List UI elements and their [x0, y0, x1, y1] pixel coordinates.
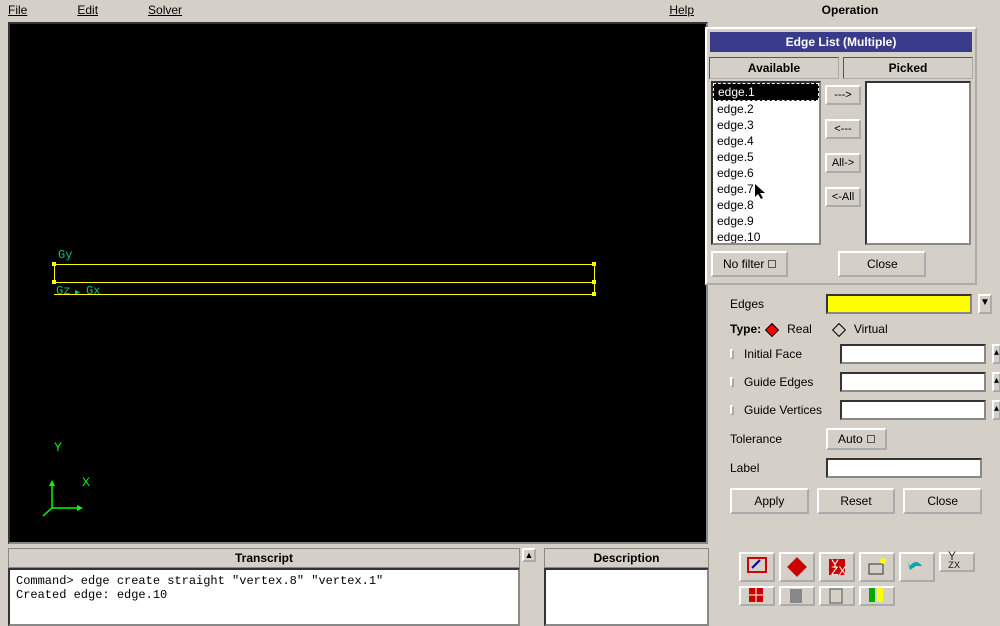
dialog-title: Edge List (Multiple) — [710, 32, 972, 52]
guide-edges-input[interactable] — [840, 372, 986, 392]
vertex-dot — [592, 292, 596, 296]
reset-button[interactable]: Reset — [817, 488, 896, 514]
tool-palette: YZX Yzx — [735, 548, 990, 610]
tool-check-icon[interactable] — [859, 586, 895, 606]
picked-list[interactable] — [865, 81, 971, 245]
vertex-dot — [592, 262, 596, 266]
edge-line — [594, 264, 595, 294]
svg-text:zx: zx — [948, 557, 960, 571]
edge-line — [54, 294, 594, 295]
guide-edges-label: Guide Edges — [744, 375, 834, 389]
coord-gz-label: Gz — [56, 284, 70, 298]
edges-input[interactable] — [826, 294, 972, 314]
dialog-close-button[interactable]: Close — [838, 251, 926, 277]
edge-line — [54, 264, 594, 265]
menu-help[interactable]: Help — [669, 3, 694, 17]
transcript-title: Transcript — [8, 548, 520, 568]
tool-orient-icon[interactable]: YZX — [819, 552, 855, 582]
initial-face-check[interactable] — [730, 349, 734, 359]
transcript-panel: Transcript ▲ Command> edge create straig… — [8, 548, 520, 626]
guide-edges-pick[interactable]: ▴ — [992, 372, 1000, 392]
tolerance-label: Tolerance — [730, 432, 820, 446]
tool-wire-icon[interactable] — [819, 586, 855, 606]
axis-triad: Y X — [40, 478, 90, 522]
list-item[interactable]: edge.6 — [713, 165, 819, 181]
type-label: Type: — [730, 322, 761, 336]
tool-undo-icon[interactable] — [899, 552, 935, 582]
remove-button[interactable]: <--- — [825, 119, 861, 139]
arrow-icon: ▸ — [75, 287, 80, 298]
menu-file[interactable]: File — [8, 3, 27, 17]
vertex-dot — [52, 262, 56, 266]
operation-title: Operation — [720, 0, 980, 20]
guide-vertices-input[interactable] — [840, 400, 986, 420]
tool-render-icon[interactable] — [859, 552, 895, 582]
vertex-dot — [52, 280, 56, 284]
guide-vertices-label: Guide Vertices — [744, 403, 834, 417]
transcript-text[interactable]: Command> edge create straight "vertex.8"… — [8, 568, 520, 626]
initial-face-pick[interactable]: ▴ — [992, 344, 1000, 364]
description-panel: Description — [544, 548, 709, 626]
remove-all-button[interactable]: <-All — [825, 187, 861, 207]
list-item[interactable]: edge.2 — [713, 101, 819, 117]
tool-select-icon[interactable] — [779, 552, 815, 582]
list-item[interactable]: edge.5 — [713, 149, 819, 165]
guide-vertices-check[interactable] — [730, 405, 734, 415]
list-item[interactable]: edge.9 — [713, 213, 819, 229]
menu-edit[interactable]: Edit — [77, 3, 98, 17]
label-input[interactable] — [826, 458, 982, 478]
edge-line — [54, 282, 594, 283]
list-item[interactable]: edge.10 — [713, 229, 819, 245]
available-list[interactable]: edge.1 edge.2 edge.3 edge.4 edge.5 edge.… — [711, 81, 821, 245]
real-label: Real — [787, 322, 812, 336]
menubar: File Edit Solver Help — [0, 0, 712, 20]
apply-button[interactable]: Apply — [730, 488, 809, 514]
tool-fit-icon[interactable] — [739, 552, 775, 582]
real-radio[interactable] — [765, 323, 779, 337]
close-button[interactable]: Close — [903, 488, 982, 514]
axis-y-label: Y — [54, 440, 62, 454]
edges-pick-button[interactable]: ▼ — [978, 294, 992, 314]
add-all-button[interactable]: All-> — [825, 153, 861, 173]
tool-grid-icon[interactable] — [739, 586, 775, 606]
description-title: Description — [544, 548, 709, 568]
coord-gy-label: Gy — [58, 248, 72, 262]
initial-face-label: Initial Face — [744, 347, 834, 361]
svg-text:ZX: ZX — [831, 564, 846, 578]
virtual-label: Virtual — [854, 322, 888, 336]
list-item[interactable]: edge.1 — [713, 83, 819, 101]
axis-x-label: X — [82, 475, 90, 489]
available-header: Available — [709, 57, 839, 79]
scroll-up-button[interactable]: ▲ — [522, 548, 536, 562]
vertex-dot — [592, 280, 596, 284]
tool-axes-icon[interactable]: Yzx — [939, 552, 975, 572]
add-button[interactable]: ---> — [825, 85, 861, 105]
coord-gx-label: Gx — [86, 284, 100, 298]
menu-solver[interactable]: Solver — [148, 3, 182, 17]
list-item[interactable]: edge.7 — [713, 181, 819, 197]
guide-edges-check[interactable] — [730, 377, 734, 387]
guide-vertices-pick[interactable]: ▴ — [992, 400, 1000, 420]
list-item[interactable]: edge.3 — [713, 117, 819, 133]
filter-option[interactable]: No filter — [711, 251, 788, 277]
edges-label: Edges — [730, 297, 820, 311]
virtual-radio[interactable] — [832, 323, 846, 337]
tolerance-option[interactable]: Auto — [826, 428, 887, 450]
initial-face-input[interactable] — [840, 344, 986, 364]
edge-list-dialog: Edge List (Multiple) Available Picked ed… — [705, 27, 977, 285]
description-text — [544, 568, 709, 626]
list-item[interactable]: edge.4 — [713, 133, 819, 149]
list-item[interactable]: edge.8 — [713, 197, 819, 213]
label-label: Label — [730, 461, 820, 475]
tool-shade-icon[interactable] — [779, 586, 815, 606]
viewport-3d[interactable]: Gy Gz Gx ▸ Y X — [8, 22, 708, 544]
picked-header: Picked — [843, 57, 973, 79]
